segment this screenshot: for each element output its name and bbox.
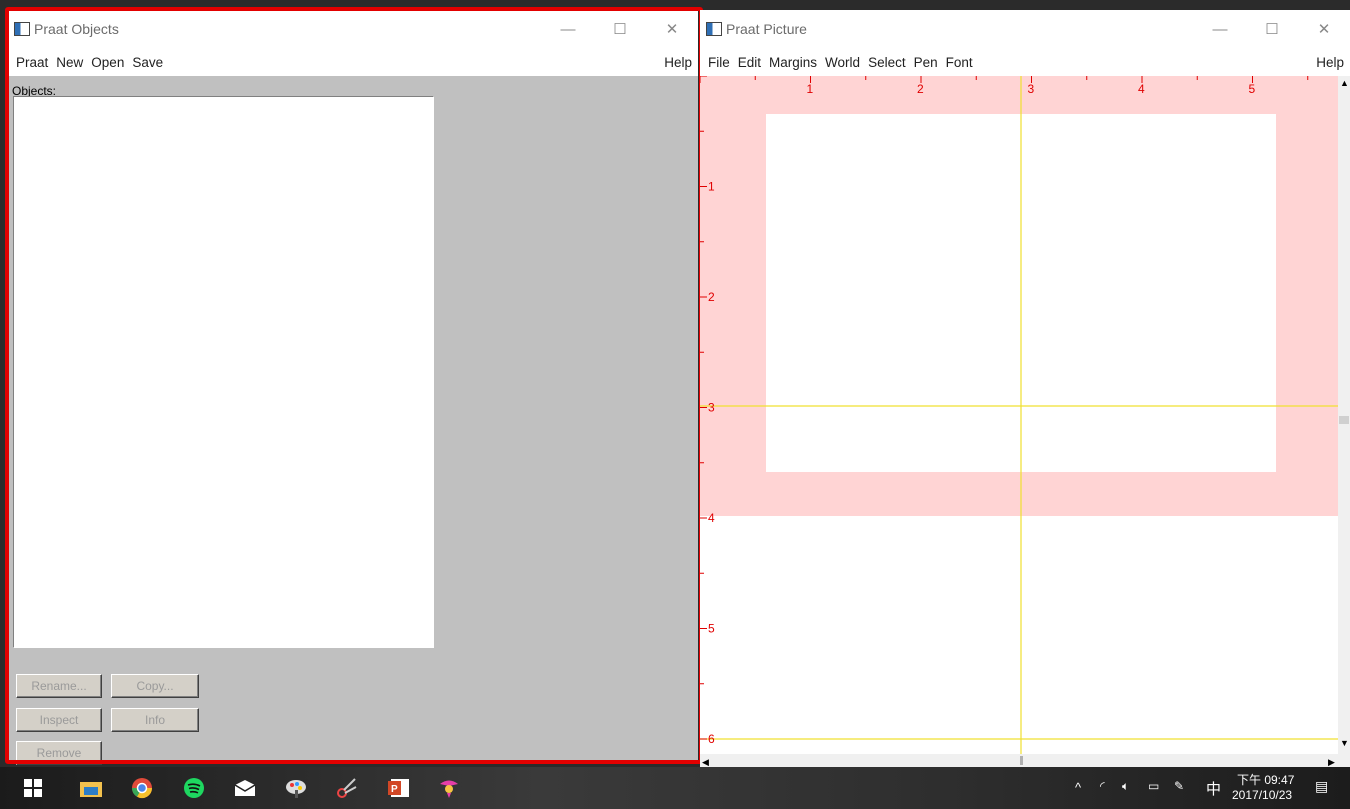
picture-menubar: File Edit Margins World Select Pen Font … <box>700 48 1350 76</box>
praat-app-icon <box>706 22 722 36</box>
scroll-up-arrow-icon[interactable]: ▲ <box>1340 78 1349 88</box>
ruler-left-label: 1 <box>708 180 715 194</box>
ruler-left-label: 5 <box>708 622 715 636</box>
objects-window-title: Praat Objects <box>34 21 119 37</box>
picture-title-bar[interactable]: Praat Picture — ☐ ✕ <box>700 10 1350 48</box>
powerpoint-icon[interactable]: P <box>388 777 410 799</box>
maximize-button[interactable]: ☐ <box>594 10 646 48</box>
action-center-icon[interactable]: ▤ <box>1315 778 1328 795</box>
close-button[interactable]: ✕ <box>1298 10 1350 48</box>
scroll-left-arrow-icon[interactable]: ◀ <box>702 757 709 767</box>
ruler-top-label: 4 <box>1138 82 1145 96</box>
clock-time[interactable]: 下午 09:47 <box>1237 771 1294 788</box>
minimize-button[interactable]: — <box>542 10 594 48</box>
vertical-scrollbar[interactable] <box>1338 76 1350 754</box>
battery-icon[interactable]: ▭ <box>1148 779 1159 793</box>
rename-button[interactable]: Rename... <box>16 674 102 698</box>
show-hidden-icons-icon[interactable]: ^ <box>1075 780 1081 795</box>
snipping-tool-icon[interactable] <box>336 777 358 799</box>
volume-icon[interactable]: 🔈︎ <box>1122 779 1129 794</box>
scroll-down-arrow-icon[interactable]: ▼ <box>1340 738 1349 748</box>
menu-help[interactable]: Help <box>664 55 692 70</box>
horizontal-scrollbar[interactable] <box>700 754 1350 767</box>
ruler-top-label: 1 <box>807 82 814 96</box>
objects-title-bar[interactable]: Praat Objects — ☐ ✕ <box>8 10 698 48</box>
objects-list[interactable] <box>13 96 434 648</box>
maximize-button[interactable]: ☐ <box>1246 10 1298 48</box>
picture-canvas[interactable]: 123456 123456 ▲ ▼ ◀ ▶ <box>700 76 1350 767</box>
inspect-button[interactable]: Inspect <box>16 708 102 732</box>
ime-indicator[interactable]: 中 <box>1206 778 1221 799</box>
clock-date[interactable]: 2017/10/23 <box>1232 788 1292 802</box>
minimize-button[interactable]: — <box>1194 10 1246 48</box>
ruler-left-label: 2 <box>708 290 715 304</box>
menu-pen[interactable]: Pen <box>914 55 938 70</box>
menu-file[interactable]: File <box>708 55 730 70</box>
ruler-top-label: 2 <box>917 82 924 96</box>
horizontal-scroll-thumb[interactable] <box>1020 756 1023 765</box>
copy-button[interactable]: Copy... <box>111 674 199 698</box>
menu-praat[interactable]: Praat <box>16 55 48 70</box>
menu-select[interactable]: Select <box>868 55 906 70</box>
praat-objects-window: Praat Objects — ☐ ✕ Praat New Open Save … <box>8 10 698 765</box>
objects-panel: Objects: Rename... Copy... Inspect Info … <box>8 76 698 765</box>
ruler-left-label: 6 <box>708 732 715 746</box>
svg-text:P: P <box>391 784 398 795</box>
remove-button[interactable]: Remove <box>16 741 102 765</box>
spotify-icon[interactable] <box>183 777 205 799</box>
menu-open[interactable]: Open <box>91 55 124 70</box>
start-icon[interactable] <box>22 777 44 799</box>
windows-taskbar: P ^ ◜ 🔈︎ ▭ ✎ 中 下午 09:47 2017/10/23 ▤ <box>0 767 1350 809</box>
menu-new[interactable]: New <box>56 55 83 70</box>
pen-icon[interactable]: ✎ <box>1174 779 1184 793</box>
ruler-left-label: 3 <box>708 401 715 415</box>
praat-app-icon <box>14 22 30 36</box>
menu-world[interactable]: World <box>825 55 860 70</box>
info-button[interactable]: Info <box>111 708 199 732</box>
menu-font[interactable]: Font <box>946 55 973 70</box>
chrome-icon[interactable] <box>131 777 153 799</box>
menu-edit[interactable]: Edit <box>738 55 761 70</box>
praat-picture-window: Praat Picture — ☐ ✕ File Edit Margins Wo… <box>700 10 1350 767</box>
close-button[interactable]: ✕ <box>646 10 698 48</box>
menu-margins[interactable]: Margins <box>769 55 817 70</box>
ruler-left-label: 4 <box>708 511 715 525</box>
app-icon[interactable] <box>438 777 460 799</box>
file-explorer-icon[interactable] <box>80 777 102 799</box>
scroll-right-arrow-icon[interactable]: ▶ <box>1328 757 1335 767</box>
ruler-top-label: 5 <box>1249 82 1256 96</box>
vertical-scroll-thumb[interactable] <box>1339 416 1349 424</box>
paint-icon[interactable] <box>285 777 307 799</box>
ruler-top-label: 3 <box>1028 82 1035 96</box>
picture-canvas-svg[interactable]: 123456 123456 ▲ ▼ ◀ ▶ <box>700 76 1350 767</box>
menu-save[interactable]: Save <box>132 55 163 70</box>
objects-menubar: Praat New Open Save Help <box>8 48 698 76</box>
mail-icon[interactable] <box>234 777 256 799</box>
wifi-icon[interactable]: ◜ <box>1100 779 1105 793</box>
menu-help[interactable]: Help <box>1316 55 1344 70</box>
picture-window-title: Praat Picture <box>726 21 807 37</box>
